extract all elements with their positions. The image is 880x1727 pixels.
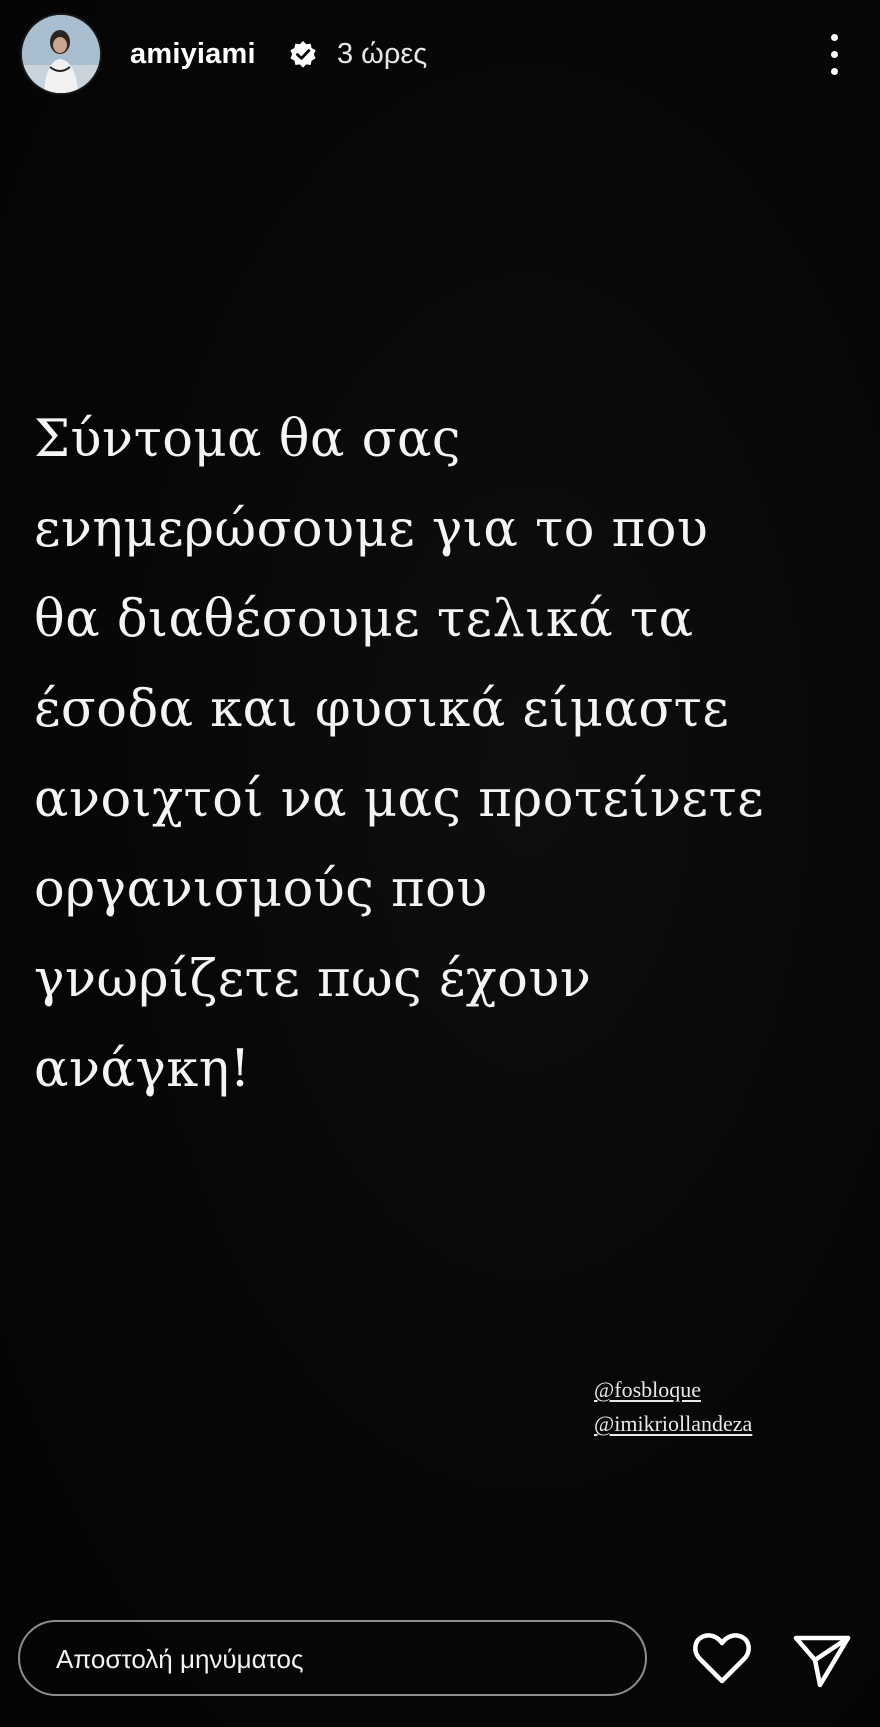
story-header: amiyiami 3 ώρες [0, 0, 880, 110]
more-dot [831, 68, 838, 75]
story-text-line: γνωρίζετε πως έχουν [34, 950, 592, 1009]
message-input-placeholder: Αποστολή μηνύματος [56, 1644, 304, 1674]
mention-fosbloque[interactable]: @fosbloque [594, 1373, 752, 1407]
avatar[interactable] [22, 15, 100, 93]
heart-icon[interactable] [692, 1632, 752, 1686]
mention-stickers: @fosbloque @imikriollandeza [594, 1373, 752, 1441]
more-dot [831, 51, 838, 58]
username[interactable]: amiyiami [130, 38, 256, 71]
story-text-line: ανοιχτοί να μας προτείνετε [34, 770, 765, 829]
mention-imikriollandeza[interactable]: @imikriollandeza [594, 1407, 752, 1441]
story-text-line: έσοδα και φυσικά είμαστε [34, 680, 730, 739]
story-text-line: οργανισμούς που [34, 860, 488, 919]
story-text-line: θα διαθέσουμε τελικά τα [34, 590, 694, 649]
message-input[interactable]: Αποστολή μηνύματος [18, 1620, 647, 1696]
more-dot [831, 34, 838, 41]
story-text-line: ενημερώσουμε για το που [34, 500, 709, 559]
verified-badge-icon [290, 41, 316, 68]
timestamp: 3 ώρες [337, 38, 428, 70]
send-icon[interactable] [791, 1630, 853, 1690]
story-text-line: Σύντομα θα σας [34, 410, 461, 469]
story-text-line: ανάγκη! [34, 1040, 251, 1099]
avatar-image [22, 15, 100, 93]
story-text: Σύντομα θα σας ενημερώσουμε για το που θ… [34, 395, 864, 1115]
more-options-icon[interactable] [815, 30, 855, 80]
